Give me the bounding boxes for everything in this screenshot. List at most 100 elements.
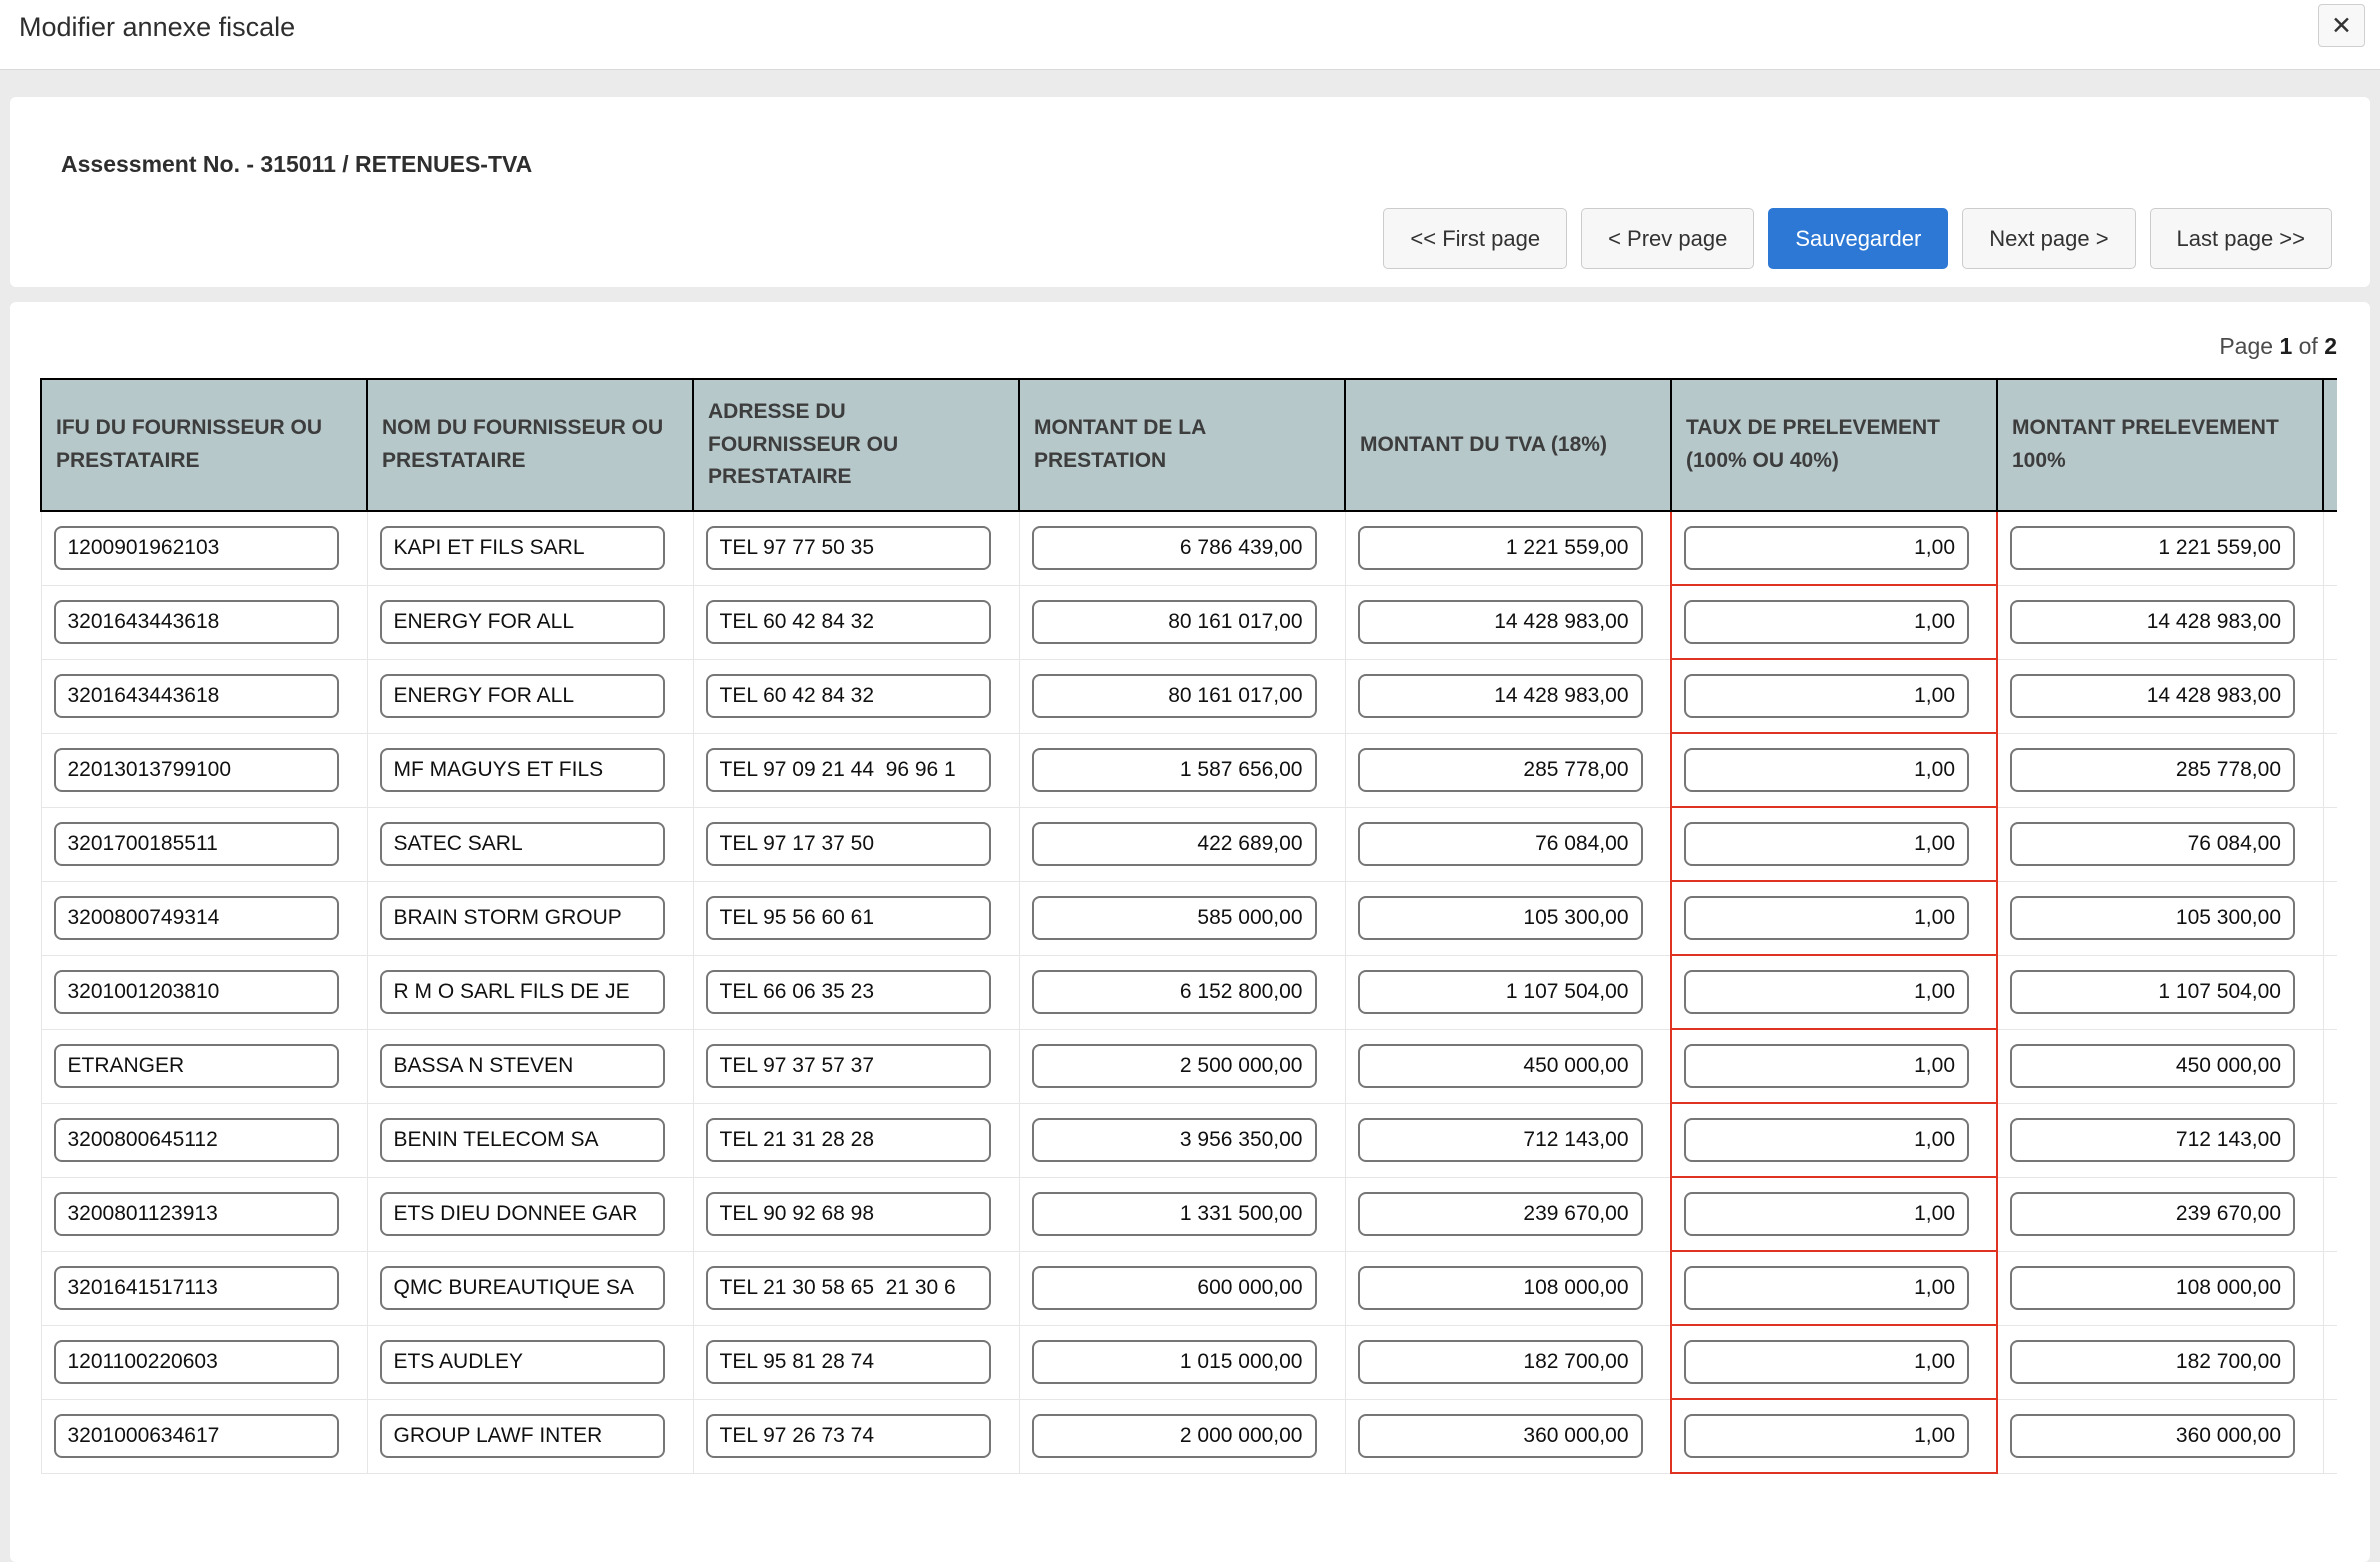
next-page-button[interactable]: Next page > bbox=[1962, 208, 2135, 269]
taux-prelevement-input[interactable] bbox=[1684, 1266, 1969, 1310]
montant-tva-input[interactable] bbox=[1358, 1192, 1643, 1236]
montant-prestation-input[interactable] bbox=[1032, 970, 1317, 1014]
taux-prelevement-input[interactable] bbox=[1684, 896, 1969, 940]
taux-prelevement-input[interactable] bbox=[1684, 526, 1969, 570]
nom-input[interactable] bbox=[380, 600, 665, 644]
nom-input[interactable] bbox=[380, 674, 665, 718]
adresse-input[interactable] bbox=[706, 1192, 991, 1236]
taux-prelevement-input[interactable] bbox=[1684, 600, 1969, 644]
last-page-button[interactable]: Last page >> bbox=[2150, 208, 2332, 269]
adresse-input[interactable] bbox=[706, 1340, 991, 1384]
nom-input[interactable] bbox=[380, 1340, 665, 1384]
montant-prestation-input[interactable] bbox=[1032, 748, 1317, 792]
montant-prestation-input[interactable] bbox=[1032, 600, 1317, 644]
montant-tva-input[interactable] bbox=[1358, 1340, 1643, 1384]
montant-tva-input[interactable] bbox=[1358, 1044, 1643, 1088]
nom-input[interactable] bbox=[380, 896, 665, 940]
ifu-input[interactable] bbox=[54, 526, 339, 570]
adresse-input[interactable] bbox=[706, 600, 991, 644]
taux-prelevement-input[interactable] bbox=[1684, 1414, 1969, 1458]
adresse-input[interactable] bbox=[706, 674, 991, 718]
taux-prelevement-input[interactable] bbox=[1684, 674, 1969, 718]
montant-prelevement-input[interactable] bbox=[2010, 1340, 2295, 1384]
montant-tva-input[interactable] bbox=[1358, 1414, 1643, 1458]
montant-prelevement-input[interactable] bbox=[2010, 822, 2295, 866]
montant-prelevement-input[interactable] bbox=[2010, 1192, 2295, 1236]
ifu-input[interactable] bbox=[54, 1044, 339, 1088]
taux-prelevement-input[interactable] bbox=[1684, 1118, 1969, 1162]
montant-tva-input[interactable] bbox=[1358, 970, 1643, 1014]
nom-input[interactable] bbox=[380, 970, 665, 1014]
nom-input[interactable] bbox=[380, 1414, 665, 1458]
adresse-input[interactable] bbox=[706, 1414, 991, 1458]
ifu-input[interactable] bbox=[54, 1414, 339, 1458]
montant-tva-input[interactable] bbox=[1358, 748, 1643, 792]
ifu-input[interactable] bbox=[54, 1266, 339, 1310]
taux-prelevement-input[interactable] bbox=[1684, 822, 1969, 866]
montant-tva-input[interactable] bbox=[1358, 600, 1643, 644]
nom-input[interactable] bbox=[380, 748, 665, 792]
ifu-input[interactable] bbox=[54, 822, 339, 866]
close-button[interactable]: ✕ bbox=[2318, 4, 2365, 47]
montant-prestation-input[interactable] bbox=[1032, 1044, 1317, 1088]
nom-input[interactable] bbox=[380, 1118, 665, 1162]
montant-prelevement-input[interactable] bbox=[2010, 748, 2295, 792]
nom-input[interactable] bbox=[380, 526, 665, 570]
montant-tva-input[interactable] bbox=[1358, 822, 1643, 866]
nom-input[interactable] bbox=[380, 822, 665, 866]
taux-prelevement-input[interactable] bbox=[1684, 1192, 1969, 1236]
montant-prestation-input[interactable] bbox=[1032, 1414, 1317, 1458]
montant-prestation-input[interactable] bbox=[1032, 1266, 1317, 1310]
taux-prelevement-input[interactable] bbox=[1684, 748, 1969, 792]
montant-prestation-input[interactable] bbox=[1032, 674, 1317, 718]
ifu-input[interactable] bbox=[54, 1192, 339, 1236]
montant-prestation-input[interactable] bbox=[1032, 896, 1317, 940]
montant-prestation-input[interactable] bbox=[1032, 822, 1317, 866]
montant-prelevement-input[interactable] bbox=[2010, 1118, 2295, 1162]
montant-prestation-input[interactable] bbox=[1032, 1118, 1317, 1162]
ifu-input[interactable] bbox=[54, 674, 339, 718]
adresse-input[interactable] bbox=[706, 896, 991, 940]
ifu-input[interactable] bbox=[54, 896, 339, 940]
ifu-input[interactable] bbox=[54, 600, 339, 644]
montant-prelevement-input[interactable] bbox=[2010, 526, 2295, 570]
table-scroll-area[interactable]: IFU DU FOURNISSEUR OU PRESTATAIRENOM DU … bbox=[40, 378, 2337, 1474]
adresse-input[interactable] bbox=[706, 526, 991, 570]
montant-tva-input[interactable] bbox=[1358, 526, 1643, 570]
montant-tva-input[interactable] bbox=[1358, 1266, 1643, 1310]
ifu-input[interactable] bbox=[54, 748, 339, 792]
montant-prestation-input[interactable] bbox=[1032, 1340, 1317, 1384]
save-button[interactable]: Sauvegarder bbox=[1768, 208, 1948, 269]
montant-prelevement-input[interactable] bbox=[2010, 674, 2295, 718]
adresse-input[interactable] bbox=[706, 822, 991, 866]
montant-tva-input[interactable] bbox=[1358, 674, 1643, 718]
table-row bbox=[41, 511, 2337, 585]
prev-page-button[interactable]: < Prev page bbox=[1581, 208, 1754, 269]
montant-prestation-input[interactable] bbox=[1032, 526, 1317, 570]
montant-prelevement-input[interactable] bbox=[2010, 1044, 2295, 1088]
nom-input[interactable] bbox=[380, 1192, 665, 1236]
montant-prelevement-input[interactable] bbox=[2010, 600, 2295, 644]
ifu-input[interactable] bbox=[54, 1340, 339, 1384]
taux-prelevement-input[interactable] bbox=[1684, 1340, 1969, 1384]
montant-prelevement-input[interactable] bbox=[2010, 896, 2295, 940]
montant-tva-input[interactable] bbox=[1358, 1118, 1643, 1162]
montant-prelevement-input[interactable] bbox=[2010, 970, 2295, 1014]
adresse-input[interactable] bbox=[706, 1118, 991, 1162]
ifu-input[interactable] bbox=[54, 1118, 339, 1162]
montant-prelevement-input[interactable] bbox=[2010, 1414, 2295, 1458]
montant-prestation-input[interactable] bbox=[1032, 1192, 1317, 1236]
ifu-input[interactable] bbox=[54, 970, 339, 1014]
nom-input[interactable] bbox=[380, 1044, 665, 1088]
nom-input[interactable] bbox=[380, 1266, 665, 1310]
montant-tva-input[interactable] bbox=[1358, 896, 1643, 940]
taux-prelevement-input[interactable] bbox=[1684, 970, 1969, 1014]
adresse-input[interactable] bbox=[706, 1266, 991, 1310]
overflow-cell bbox=[2323, 1399, 2337, 1473]
taux-prelevement-input[interactable] bbox=[1684, 1044, 1969, 1088]
adresse-input[interactable] bbox=[706, 970, 991, 1014]
first-page-button[interactable]: << First page bbox=[1383, 208, 1567, 269]
montant-prelevement-input[interactable] bbox=[2010, 1266, 2295, 1310]
adresse-input[interactable] bbox=[706, 748, 991, 792]
adresse-input[interactable] bbox=[706, 1044, 991, 1088]
